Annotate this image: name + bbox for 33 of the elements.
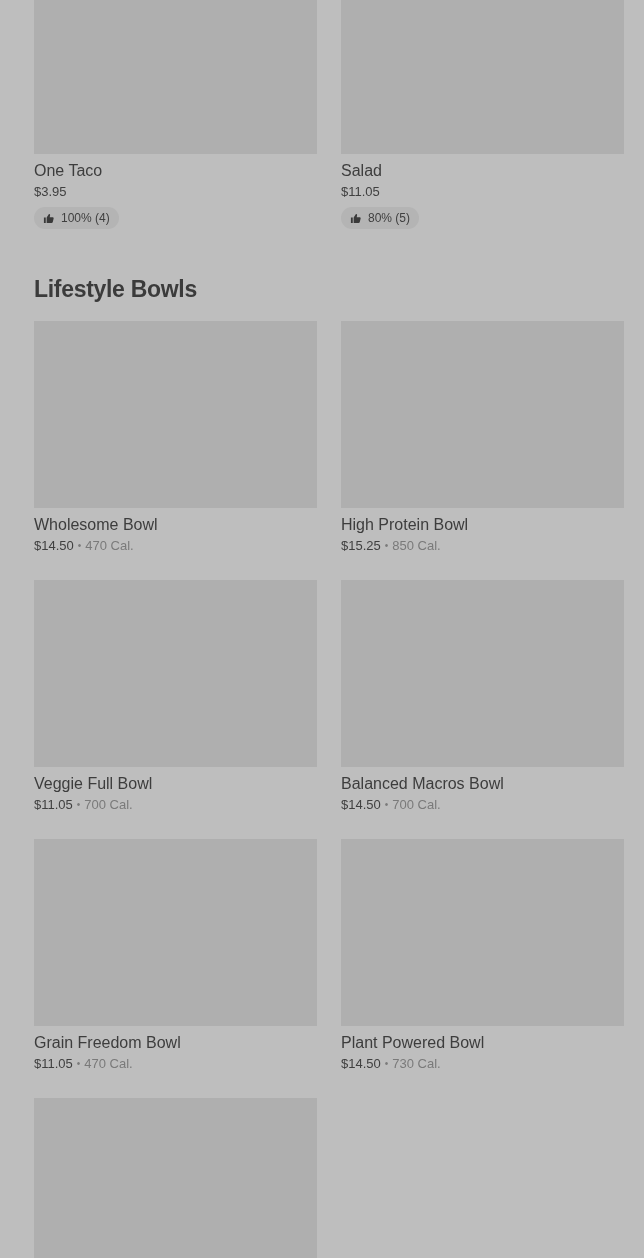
separator-dot: •: [384, 539, 389, 553]
calorie-count: 470 Cal.: [85, 537, 134, 555]
calorie-count: 700 Cal.: [392, 796, 441, 814]
separator-dot: •: [77, 539, 82, 553]
item-name[interactable]: Salad: [341, 160, 624, 182]
thumbs-up-icon: [43, 212, 54, 224]
item-price: $14.50: [341, 796, 381, 814]
item-price: $14.50: [341, 1055, 381, 1073]
calorie-count: 700 Cal.: [84, 796, 133, 814]
calorie-count: 730 Cal.: [392, 1055, 441, 1073]
item-name[interactable]: Plant Powered Bowl: [341, 1032, 624, 1054]
calorie-count: 850 Cal.: [392, 537, 441, 555]
item-price: $11.05: [341, 183, 380, 201]
item-name[interactable]: One Taco: [34, 160, 317, 182]
item-price: $3.95: [34, 183, 67, 201]
separator-dot: •: [76, 1057, 81, 1071]
separator-dot: •: [76, 798, 81, 812]
item-price: $11.05: [34, 1055, 73, 1073]
item-price: $11.05: [34, 796, 73, 814]
rating-badge: 80% (5): [341, 207, 420, 229]
thumbs-up-icon: [350, 212, 361, 224]
item-name[interactable]: Wholesome Bowl: [34, 514, 317, 536]
item-name[interactable]: Balanced Macros Bowl: [341, 773, 624, 795]
item-name[interactable]: Grain Freedom Bowl: [34, 1032, 317, 1054]
calorie-count: 470 Cal.: [84, 1055, 133, 1073]
separator-dot: •: [384, 1057, 389, 1071]
section-heading: Lifestyle Bowls: [34, 275, 198, 303]
item-name[interactable]: High Protein Bowl: [341, 514, 624, 536]
item-name[interactable]: Veggie Full Bowl: [34, 773, 317, 795]
item-price: $14.50: [34, 537, 74, 555]
separator-dot: •: [384, 798, 389, 812]
rating-badge: 100% (4): [34, 207, 119, 229]
item-price: $15.25: [341, 537, 381, 555]
